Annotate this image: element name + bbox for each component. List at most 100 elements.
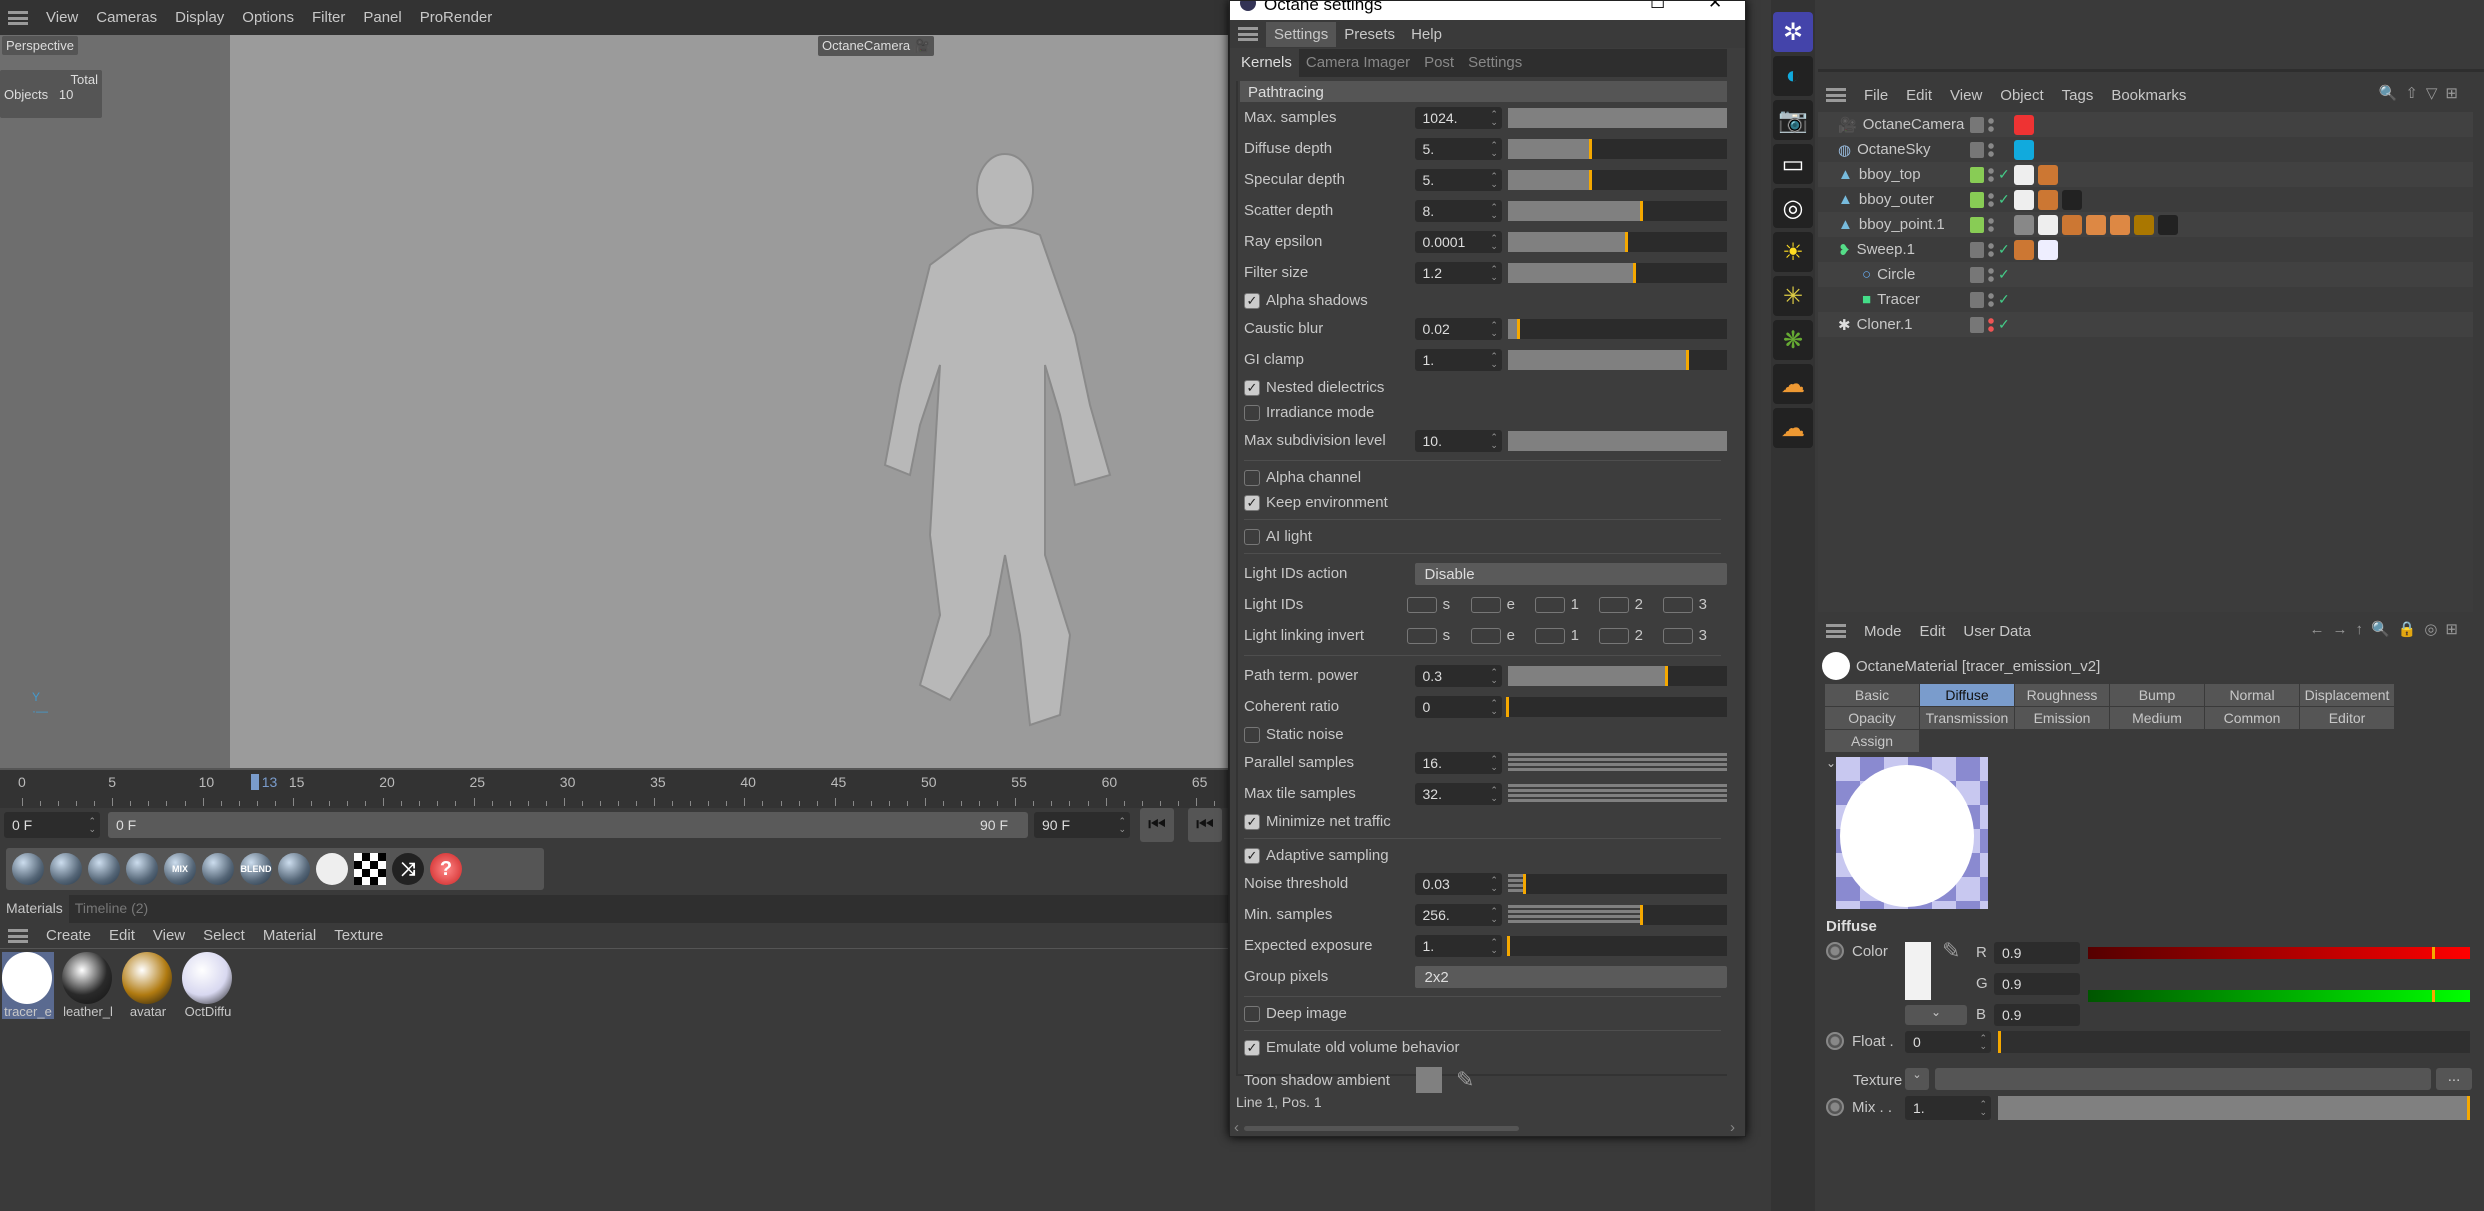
stepper-icon[interactable]: ⌃ ⌄ [1490,202,1498,219]
checkbox[interactable] [1471,627,1501,644]
maximize-button[interactable]: ☐ [1650,1,1665,13]
min-samples-slider[interactable] [1507,904,1727,925]
eyedropper-icon[interactable]: ✎ [1942,938,1960,964]
portal-material-icon[interactable] [202,853,234,885]
object-name[interactable]: bboy_point.1 [1859,216,1945,233]
option-3[interactable]: 3 [1663,596,1727,613]
material-item[interactable]: OctDiffu [182,952,234,1019]
slider-handle[interactable] [1639,904,1643,925]
tab-normal[interactable]: Normal [2205,684,2299,706]
tag-icon[interactable] [2014,189,2034,210]
option-1[interactable]: 1 [1535,596,1599,613]
menu-object[interactable]: Object [2000,87,2043,104]
stepper-icon[interactable]: ⌃ ⌄ [1490,109,1498,126]
tag-icon[interactable] [2038,239,2058,260]
r-slider[interactable] [2088,947,2470,959]
checkbox[interactable] [1535,596,1565,613]
texture-browse-button[interactable]: ... [2436,1068,2472,1090]
section-header[interactable]: Pathtracing [1240,81,1727,102]
stepper-icon[interactable]: ⌃ ⌄ [1490,906,1498,923]
daylight-icon[interactable]: ☀ [1773,232,1813,272]
object-name[interactable]: Cloner.1 [1857,316,1913,333]
go-to-start-button[interactable]: ⏮ [1140,808,1174,842]
layer-toggle[interactable] [1970,266,1984,283]
slider-handle[interactable] [1685,349,1689,370]
float-slider[interactable] [1998,1031,2470,1053]
checkbox[interactable] [1407,627,1437,644]
frame-range-slider[interactable]: 0 F 90 F [108,812,1028,838]
camera-label[interactable]: OctaneCamera 🎥 [818,36,934,56]
layer-toggle[interactable] [1970,316,1984,333]
light-ids-action-dropdown[interactable]: Disable [1414,562,1727,585]
minimize-net-traffic-checkbox[interactable]: ✓ [1244,813,1260,830]
parallel-samples-slider[interactable] [1507,752,1727,773]
tag-icon[interactable] [2014,214,2034,235]
octane-sky-icon[interactable]: ◐ [1773,56,1813,96]
g-field[interactable]: 0.9 [1994,973,2080,995]
end-frame-field[interactable]: 90 F ⌃ ⌄ [1034,812,1130,838]
caustic-blur-slider[interactable] [1507,318,1727,339]
tab-basic[interactable]: Basic [1825,684,1919,706]
slider-handle[interactable] [1664,665,1668,686]
menu-texture[interactable]: Texture [334,927,383,944]
scatter-depth-field[interactable]: 8. ⌃ ⌄ [1414,199,1502,222]
object-name[interactable]: OctaneSky [1857,141,1930,158]
g-slider[interactable] [2088,990,2470,1002]
start-frame-field[interactable]: 0 F ⌃ ⌄ [4,812,100,838]
tag-icon[interactable] [2014,114,2034,135]
visibility-dots[interactable] [1988,291,1994,308]
layer-toggle[interactable] [1970,141,1984,158]
tag-icon[interactable] [2158,214,2178,235]
slider-handle[interactable] [2431,947,2435,959]
keep-environment-checkbox[interactable]: ✓ [1244,494,1260,511]
hamburger-menu-icon[interactable] [1238,27,1258,41]
tab-kernels[interactable]: Kernels [1234,49,1299,77]
stepper-icon[interactable]: ⌃ ⌄ [1490,320,1498,337]
layer-toggle[interactable] [1970,216,1984,233]
diffuse-material-icon[interactable] [12,853,44,885]
object-manager-tools[interactable]: 🔍⇧▽⊞ [2379,84,2466,102]
coherent-ratio-slider[interactable] [1505,696,1727,717]
area-light-icon[interactable]: ▭ [1773,144,1813,184]
object-name[interactable]: OctaneCamera [1863,116,1965,133]
object-row[interactable]: ○ Circle ✓ [1818,262,2473,287]
visibility-dots[interactable] [1988,116,1994,133]
stepper-icon[interactable]: ⌃ ⌄ [1490,233,1498,250]
horizontal-scrollbar[interactable] [1244,1126,1519,1131]
checkbox[interactable] [1535,627,1565,644]
gi-clamp-slider[interactable] [1507,349,1727,370]
emulate-old-volume-behavior-checkbox[interactable]: ✓ [1244,1039,1260,1056]
checkbox[interactable] [1663,627,1693,644]
menu-cameras[interactable]: Cameras [96,9,157,26]
parallel-samples-field[interactable]: 16. ⌃ ⌄ [1414,751,1502,774]
path-term-power-field[interactable]: 0.3 ⌃ ⌄ [1414,664,1502,687]
object-name[interactable]: bboy_top [1859,166,1921,183]
menu-tags[interactable]: Tags [2062,87,2094,104]
alpha-shadows-checkbox[interactable]: ✓ [1244,292,1260,309]
color-animate-radio[interactable] [1826,942,1844,960]
texture-field[interactable] [1935,1068,2431,1090]
object-name[interactable]: bboy_outer [1859,191,1934,208]
light-burst-icon[interactable]: ✳ [1773,276,1813,316]
visibility-dots[interactable] [1988,266,1994,283]
menu-select[interactable]: Select [203,927,245,944]
stepper-icon[interactable]: ⌃ ⌄ [1490,785,1498,802]
tab-settings[interactable]: Settings [1461,49,1529,77]
menu-file[interactable]: File [1864,87,1888,104]
object-row[interactable]: ◍ OctaneSky [1818,137,2473,162]
object-name[interactable]: Tracer [1877,291,1920,308]
path-term-power-slider[interactable] [1507,665,1727,686]
mix-field[interactable]: 1. ⌃ ⌄ [1905,1096,1991,1120]
attributes-tools[interactable]: ←→↑🔍🔒◎⊞ [2309,620,2466,638]
close-button[interactable]: ✕ [1708,1,1722,13]
layer-toggle[interactable] [1970,166,1984,183]
switch-material-icon[interactable]: ⤨ [392,853,424,885]
float-field[interactable]: 0 ⌃ ⌄ [1905,1031,1991,1053]
glossy-material-icon[interactable] [50,853,82,885]
object-name[interactable]: Circle [1877,266,1915,283]
irradiance-mode-checkbox[interactable] [1244,404,1260,421]
hamburger-menu-icon[interactable] [1826,88,1846,102]
option-1[interactable]: 1 [1535,627,1599,644]
scroll-right-icon[interactable]: › [1730,1119,1735,1136]
slider-handle[interactable] [1516,318,1520,339]
